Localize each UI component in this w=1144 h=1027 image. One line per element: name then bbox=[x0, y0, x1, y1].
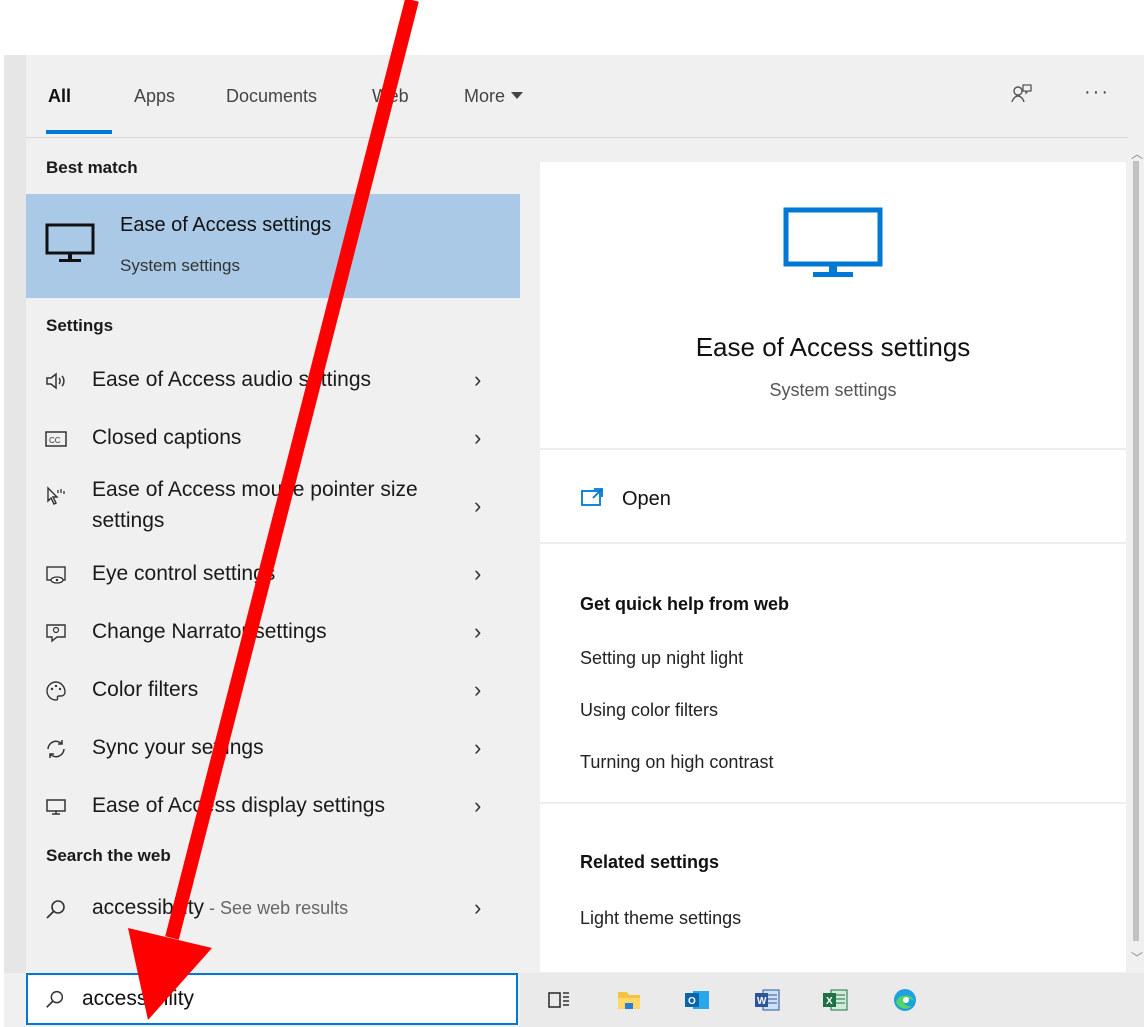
preview-subtitle: System settings bbox=[769, 380, 897, 400]
search-icon bbox=[46, 990, 64, 1008]
quick-help-link[interactable]: Setting up night light bbox=[580, 648, 743, 669]
settings-item-label: Ease of Access audio settings bbox=[92, 368, 371, 391]
divider bbox=[540, 448, 1126, 450]
settings-item-label: Eye control settings bbox=[92, 562, 276, 585]
best-match-subtitle: System settings bbox=[120, 256, 240, 275]
open-icon bbox=[581, 488, 603, 506]
cc-icon: CC bbox=[44, 427, 68, 451]
settings-item-label: Closed captions bbox=[92, 426, 242, 449]
settings-item-label: Ease of Access mouse pointer size settin… bbox=[92, 478, 418, 532]
related-setting-link[interactable]: Light theme settings bbox=[580, 908, 741, 929]
results-list: Best match Ease of Access settings Syste… bbox=[26, 138, 520, 973]
preview-title: Ease of Access settings bbox=[695, 332, 971, 362]
web-result-query: accessibility bbox=[92, 896, 205, 919]
outlook-icon[interactable]: O bbox=[684, 987, 710, 1013]
tab-bar: All Apps Documents Web More ··· bbox=[26, 55, 1144, 138]
file-explorer-icon[interactable] bbox=[616, 987, 642, 1013]
svg-text:W: W bbox=[757, 996, 767, 1007]
palette-icon bbox=[44, 679, 68, 703]
tab-apps[interactable]: Apps bbox=[134, 86, 175, 107]
preview-pane: Ease of Access settings System settings … bbox=[540, 162, 1126, 972]
scrollbar[interactable]: ︿ ﹀ bbox=[1128, 137, 1144, 973]
settings-item-color-filters[interactable]: Color filters › bbox=[26, 662, 520, 720]
open-button[interactable]: Open bbox=[580, 487, 671, 511]
chevron-right-icon: › bbox=[474, 895, 482, 920]
settings-item-label: Color filters bbox=[92, 678, 199, 701]
monitor-icon bbox=[783, 207, 883, 277]
chevron-right-icon: › bbox=[474, 793, 482, 818]
settings-item-label: Sync your settings bbox=[92, 736, 264, 759]
best-match-item[interactable]: Ease of Access settings System settings bbox=[26, 194, 520, 298]
feedback-icon[interactable] bbox=[1010, 83, 1032, 111]
search-input[interactable] bbox=[82, 985, 502, 1013]
tab-more[interactable]: More bbox=[464, 86, 524, 107]
search-window: All Apps Documents Web More ··· Best mat… bbox=[4, 55, 1144, 1027]
pointer-icon bbox=[44, 485, 68, 509]
settings-item-mouse-pointer[interactable]: Ease of Access mouse pointer size settin… bbox=[26, 468, 520, 546]
web-result-item[interactable]: accessibility - See web results › bbox=[26, 880, 520, 938]
chevron-right-icon: › bbox=[474, 425, 482, 450]
quick-help-heading: Get quick help from web bbox=[580, 594, 790, 614]
settings-heading: Settings bbox=[46, 316, 114, 335]
sync-icon bbox=[44, 737, 68, 761]
quick-help-link[interactable]: Turning on high contrast bbox=[580, 752, 773, 773]
svg-text:CC: CC bbox=[49, 436, 61, 445]
web-result-suffix: - See web results bbox=[204, 898, 349, 918]
monitor-icon bbox=[45, 223, 95, 262]
settings-item-narrator[interactable]: Change Narrator settings › bbox=[26, 604, 520, 662]
svg-text:O: O bbox=[688, 996, 696, 1007]
tab-all[interactable]: All bbox=[48, 86, 71, 107]
more-options-icon[interactable]: ··· bbox=[1084, 81, 1110, 104]
speaker-icon bbox=[44, 369, 68, 393]
settings-item-sync[interactable]: Sync your settings › bbox=[26, 720, 520, 778]
display-icon bbox=[44, 795, 68, 819]
settings-item-display[interactable]: Ease of Access display settings › bbox=[26, 778, 520, 836]
eye-control-icon bbox=[44, 563, 68, 587]
task-view-icon[interactable] bbox=[546, 987, 572, 1013]
chevron-right-icon: › bbox=[474, 677, 482, 702]
narrator-icon bbox=[44, 621, 68, 645]
settings-item-captions[interactable]: CC Closed captions › bbox=[26, 410, 520, 468]
web-result-label: accessibility - See web results bbox=[92, 896, 348, 920]
open-label: Open bbox=[622, 488, 671, 510]
chevron-right-icon: › bbox=[474, 493, 482, 518]
tab-more-label: More bbox=[464, 86, 506, 106]
scrollbar-thumb[interactable] bbox=[1133, 161, 1139, 941]
tab-documents[interactable]: Documents bbox=[226, 86, 317, 107]
best-match-heading: Best match bbox=[46, 158, 138, 177]
scroll-down-icon[interactable]: ﹀ bbox=[1131, 949, 1143, 966]
chevron-right-icon: › bbox=[474, 367, 482, 392]
search-box[interactable] bbox=[26, 973, 518, 1025]
chevron-right-icon: › bbox=[474, 619, 482, 644]
window-edge bbox=[4, 55, 27, 973]
best-match-title: Ease of Access settings bbox=[120, 214, 332, 236]
related-settings-heading: Related settings bbox=[580, 852, 720, 872]
quick-help-link[interactable]: Using color filters bbox=[580, 700, 718, 721]
active-tab-indicator bbox=[46, 130, 112, 134]
settings-item-label: Change Narrator settings bbox=[92, 620, 327, 643]
taskbar: O W X bbox=[520, 973, 1144, 1027]
edge-icon[interactable] bbox=[892, 987, 918, 1013]
search-icon bbox=[44, 897, 68, 921]
settings-item-eye-control[interactable]: Eye control settings › bbox=[26, 546, 520, 604]
svg-text:X: X bbox=[826, 996, 833, 1007]
settings-item-label: Ease of Access display settings bbox=[92, 794, 385, 817]
search-web-heading: Search the web bbox=[46, 846, 171, 865]
divider bbox=[540, 542, 1126, 544]
tab-web[interactable]: Web bbox=[372, 86, 409, 107]
excel-icon[interactable]: X bbox=[822, 987, 848, 1013]
chevron-right-icon: › bbox=[474, 561, 482, 586]
scroll-up-icon[interactable]: ︿ bbox=[1131, 145, 1143, 162]
chevron-right-icon: › bbox=[474, 735, 482, 760]
divider bbox=[540, 802, 1126, 804]
word-icon[interactable]: W bbox=[754, 987, 780, 1013]
settings-item-audio[interactable]: Ease of Access audio settings › bbox=[26, 352, 520, 410]
caret-down-icon bbox=[511, 92, 524, 99]
